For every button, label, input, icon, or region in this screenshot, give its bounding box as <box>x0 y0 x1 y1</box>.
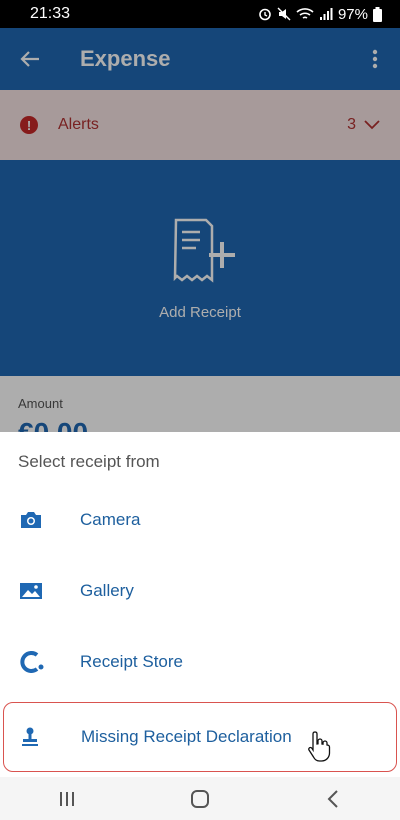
option-missing-receipt-declaration[interactable]: Missing Receipt Declaration <box>3 702 397 772</box>
battery-icon <box>373 6 382 22</box>
sheet-title: Select receipt from <box>18 452 160 471</box>
screen: 21:33 97% Expense ! Alerts 3 Add Receipt… <box>0 0 400 820</box>
option-gallery[interactable]: Gallery <box>0 561 400 621</box>
recent-apps-button[interactable] <box>37 777 97 820</box>
system-nav-bar <box>0 777 400 820</box>
signal-icon <box>319 8 333 20</box>
battery-percent: 97% <box>337 5 368 23</box>
camera-icon <box>21 512 41 528</box>
option-gallery-label: Gallery <box>80 581 134 600</box>
wifi-icon <box>296 8 314 19</box>
back-nav-button[interactable] <box>303 777 363 820</box>
alarm-icon <box>259 8 271 21</box>
option-receipt-store-label: Receipt Store <box>80 652 183 671</box>
status-icons: 97% <box>258 6 382 23</box>
receipt-source-sheet: Select receipt from Camera Gallery Recei… <box>0 432 400 777</box>
home-icon <box>190 789 209 808</box>
hand-cursor-icon <box>308 731 331 762</box>
receipt-store-icon <box>20 651 44 673</box>
chevron-left-icon <box>327 789 339 808</box>
scrim-overlay[interactable] <box>0 28 400 432</box>
status-time: 21:33 <box>30 5 71 22</box>
option-missing-receipt-label: Missing Receipt Declaration <box>81 727 292 746</box>
home-button[interactable] <box>170 777 230 820</box>
option-camera-label: Camera <box>80 510 141 529</box>
option-receipt-store[interactable]: Receipt Store <box>0 632 400 692</box>
image-icon <box>20 583 42 599</box>
recent-apps-icon <box>59 791 74 806</box>
status-bar: 21:33 97% <box>0 0 400 28</box>
stamp-icon <box>22 727 38 746</box>
mute-icon <box>277 7 291 21</box>
option-camera[interactable]: Camera <box>0 490 400 550</box>
